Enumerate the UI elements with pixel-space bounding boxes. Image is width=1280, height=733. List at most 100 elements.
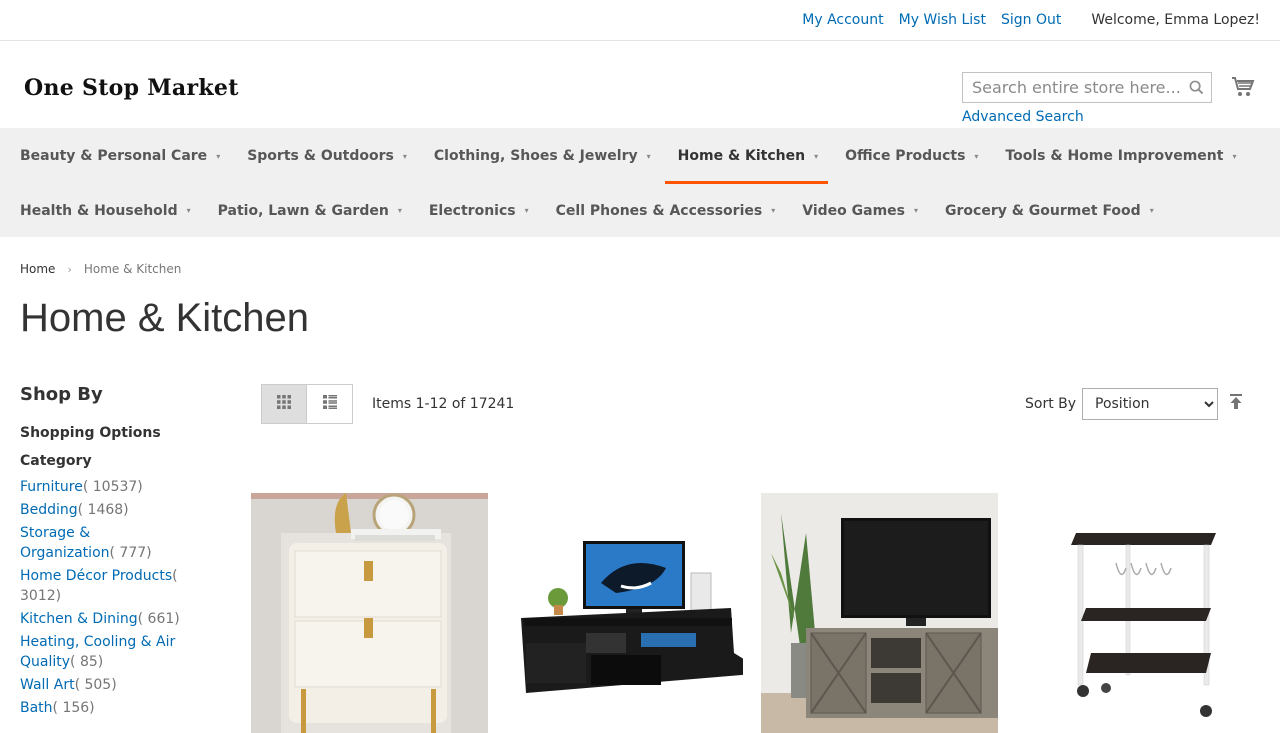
nav-item-label: Home & Kitchen [677, 148, 806, 164]
chevron-down-icon: ▾ [397, 206, 402, 215]
category-link-furniture[interactable]: Furniture [20, 479, 83, 495]
category-link-bedding[interactable]: Bedding [20, 502, 78, 518]
nav-item-label: Cell Phones & Accessories [555, 202, 763, 219]
chevron-down-icon: ▾ [771, 206, 776, 215]
category-filter-list: Furniture( 10537) Bedding( 1468) Storage… [20, 477, 185, 718]
nav-item-clothing[interactable]: Clothing, Shoes & Jewelry ▾ [434, 128, 651, 184]
nav-item-label: Tools & Home Improvement [1005, 148, 1224, 164]
list-item: Home Décor Products( 3012) [20, 566, 185, 606]
product-image-farmhouse-tv-stand[interactable] [761, 493, 998, 733]
category-count: ( 1468) [77, 502, 129, 518]
sort-direction-arrow-icon[interactable] [1229, 394, 1243, 410]
category-link-home-decor[interactable]: Home Décor Products [20, 568, 172, 584]
list-item: Bath( 156) [20, 698, 185, 718]
page-title: Home & Kitchen [20, 296, 310, 340]
grid-view-button[interactable] [261, 384, 307, 424]
search-box [962, 72, 1212, 103]
product-grid [251, 493, 1253, 733]
chevron-down-icon: ▾ [524, 206, 529, 215]
sort-by-select[interactable]: Position [1082, 388, 1218, 420]
wish-list-link[interactable]: My Wish List [899, 12, 986, 28]
search-icon[interactable] [1181, 80, 1211, 95]
store-logo[interactable]: One Stop Market [24, 75, 239, 101]
breadcrumb-home-link[interactable]: Home [20, 262, 55, 276]
nav-item-label: Patio, Lawn & Garden [217, 202, 389, 219]
list-icon [322, 395, 337, 413]
list-item: Storage & Organization( 777) [20, 523, 185, 563]
farmhouse-tv-stand-image [761, 493, 998, 733]
category-filter-title[interactable]: Category [20, 453, 220, 469]
nav-item-patio[interactable]: Patio, Lawn & Garden ▾ [218, 184, 402, 237]
cart-icon[interactable] [1231, 75, 1255, 99]
nav-item-electronics[interactable]: Electronics ▾ [429, 184, 529, 237]
nav-row: Health & Household ▾ Patio, Lawn & Garden… [20, 184, 1280, 237]
chevron-down-icon: ▾ [1149, 206, 1154, 215]
sign-out-link[interactable]: Sign Out [1001, 12, 1061, 28]
breadcrumb: Home › Home & Kitchen [20, 262, 181, 276]
nav-item-label: Electronics [428, 202, 516, 219]
nightstand-image [251, 493, 488, 733]
category-link-kitchen-dining[interactable]: Kitchen & Dining [20, 611, 138, 627]
chevron-down-icon: ▾ [914, 206, 919, 215]
chevron-down-icon: ▾ [974, 151, 979, 161]
nav-item-office[interactable]: Office Products ▾ [845, 128, 978, 184]
chevron-right-icon: › [67, 262, 72, 276]
nav-item-tools[interactable]: Tools & Home Improvement ▾ [1005, 128, 1236, 184]
chevron-down-icon: ▾ [216, 151, 221, 161]
nav-item-label: Clothing, Shoes & Jewelry [433, 148, 638, 164]
grid-icon [277, 395, 291, 413]
list-item: Wall Art( 505) [20, 675, 185, 695]
account-links: My Account My Wish List Sign Out [802, 12, 1061, 28]
chevron-down-icon: ▾ [402, 151, 407, 161]
chevron-down-icon: ▾ [646, 151, 651, 161]
category-count: ( 505) [74, 677, 117, 693]
chevron-down-icon: ▾ [814, 151, 819, 161]
nav-item-home-kitchen[interactable]: Home & Kitchen ▾ [664, 128, 829, 184]
sidebar-filters: Shop By Shopping Options Category Furnit… [20, 384, 220, 721]
nav-item-video-games[interactable]: Video Games ▾ [802, 184, 918, 237]
list-view-button[interactable] [307, 384, 353, 424]
product-image-kitchen-cart[interactable] [1016, 493, 1253, 733]
nav-item-label: Sports & Outdoors [247, 148, 394, 164]
toolbar-amount: Items 1-12 of 17241 [372, 396, 515, 412]
search-input[interactable] [972, 78, 1181, 97]
nav-item-sports[interactable]: Sports & Outdoors ▾ [247, 128, 407, 184]
kitchen-cart-image [1016, 493, 1253, 733]
header: One Stop Market Advanced Search [0, 41, 1280, 128]
category-count: ( 156) [52, 700, 95, 716]
product-image-tv-stand-led[interactable] [506, 493, 743, 733]
advanced-search-link[interactable]: Advanced Search [962, 109, 1084, 125]
nav-item-label: Health & Household [20, 202, 178, 219]
nav-item-label: Beauty & Personal Care [20, 148, 208, 164]
list-item: Furniture( 10537) [20, 477, 185, 497]
category-navigation: Beauty & Personal Care ▾ Sports & Outdoor… [0, 128, 1280, 237]
category-count: ( 777) [109, 545, 152, 561]
nav-item-cell-phones[interactable]: Cell Phones & Accessories ▾ [556, 184, 776, 237]
nav-item-health[interactable]: Health & Household ▾ [20, 184, 191, 237]
nav-item-beauty[interactable]: Beauty & Personal Care ▾ [20, 128, 220, 184]
my-account-link[interactable]: My Account [802, 12, 883, 28]
view-mode-switcher [261, 384, 353, 424]
list-item: Heating, Cooling & Air Quality( 85) [20, 632, 185, 672]
chevron-down-icon: ▾ [186, 206, 191, 215]
list-item: Bedding( 1468) [20, 500, 185, 520]
category-link-bath[interactable]: Bath [20, 700, 53, 716]
category-link-storage[interactable]: Storage & Organization [20, 525, 110, 561]
nav-item-grocery[interactable]: Grocery & Gourmet Food ▾ [945, 184, 1154, 237]
nav-item-label: Grocery & Gourmet Food [945, 202, 1141, 219]
product-image-nightstand[interactable] [251, 493, 488, 733]
shop-by-heading: Shop By [20, 384, 103, 405]
chevron-down-icon: ▾ [1232, 151, 1237, 161]
nav-row: Beauty & Personal Care ▾ Sports & Outdoor… [20, 128, 1280, 184]
category-count: ( 661) [137, 611, 180, 627]
list-item: Kitchen & Dining( 661) [20, 609, 185, 629]
sort-by-label: Sort By [1025, 396, 1077, 412]
category-link-wall-art[interactable]: Wall Art [20, 677, 75, 693]
nav-item-label: Office Products [845, 148, 966, 164]
category-count: ( 85) [70, 654, 104, 670]
category-count: ( 10537) [82, 479, 143, 495]
shopping-options-heading: Shopping Options [20, 425, 161, 441]
nav-item-label: Video Games [802, 202, 905, 219]
tv-stand-image [506, 493, 743, 733]
top-links-bar: My Account My Wish List Sign Out Welcome… [0, 0, 1280, 41]
